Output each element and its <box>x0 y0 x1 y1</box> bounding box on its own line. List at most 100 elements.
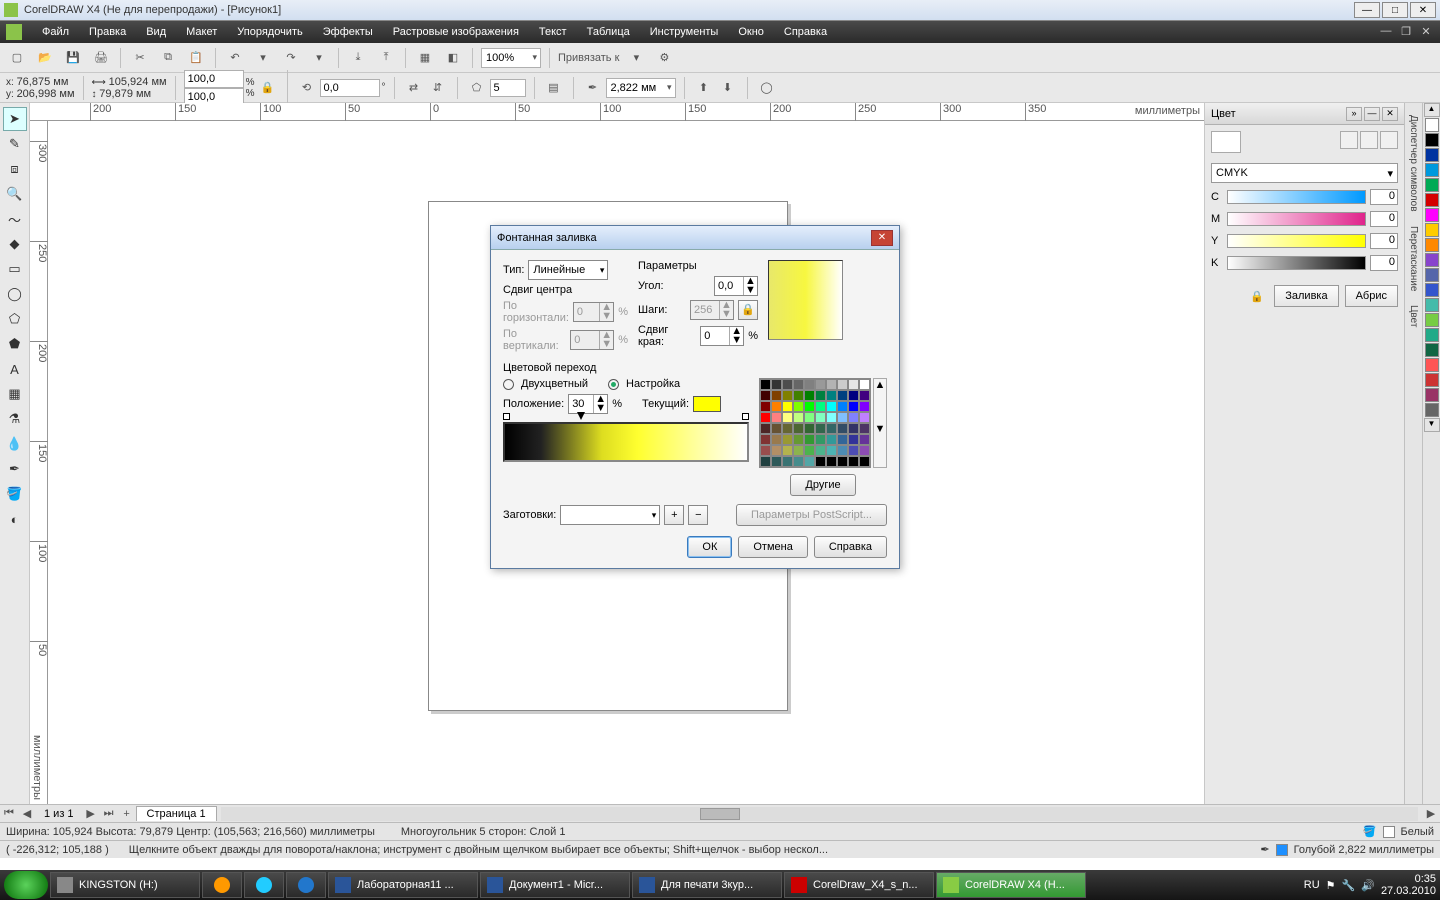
custom-radio[interactable] <box>608 379 619 390</box>
task-wmp[interactable] <box>202 872 242 898</box>
to-back-icon[interactable]: ⬇ <box>717 77 739 99</box>
grid-swatch[interactable] <box>837 423 848 434</box>
grid-swatch[interactable] <box>859 445 870 456</box>
grid-swatch[interactable] <box>848 379 859 390</box>
grid-swatch[interactable] <box>837 434 848 445</box>
page-last-icon[interactable]: ⏭ <box>100 807 118 820</box>
lock-ratio-icon[interactable]: 🔒 <box>257 77 279 99</box>
outline-swatch[interactable] <box>1276 844 1288 856</box>
mdi-restore-button[interactable]: ❐ <box>1398 25 1414 39</box>
grid-swatch[interactable] <box>848 434 859 445</box>
task-corel[interactable]: CorelDRAW X4 (Н... <box>936 872 1086 898</box>
undo-drop-icon[interactable]: ▾ <box>252 47 274 69</box>
k-value[interactable]: 0 <box>1370 255 1398 271</box>
interactive-tool-icon[interactable]: ⚗ <box>3 407 27 431</box>
grid-swatch[interactable] <box>760 412 771 423</box>
dialog-titlebar[interactable]: Фонтанная заливка ✕ <box>491 226 899 250</box>
palette-swatch[interactable] <box>1425 283 1439 297</box>
grid-swatch[interactable] <box>815 379 826 390</box>
grid-swatch[interactable] <box>837 445 848 456</box>
angle-input[interactable]: 0,0 <box>320 79 380 97</box>
palette-swatch[interactable] <box>1425 148 1439 162</box>
options-icon[interactable]: ⚙ <box>653 47 675 69</box>
palette-swatch[interactable] <box>1425 208 1439 222</box>
grid-swatch[interactable] <box>848 423 859 434</box>
grid-swatch[interactable] <box>815 423 826 434</box>
app-launcher-icon[interactable]: ▦ <box>414 47 436 69</box>
c-value[interactable]: 0 <box>1370 189 1398 205</box>
viewer-view-icon[interactable] <box>1360 131 1378 149</box>
fill-apply-button[interactable]: Заливка <box>1274 285 1338 307</box>
grid-swatch[interactable] <box>793 412 804 423</box>
page-next-icon[interactable]: ▶ <box>82 807 100 820</box>
steps-lock-icon[interactable]: 🔒 <box>738 300 758 320</box>
open-icon[interactable]: 📂 <box>34 47 56 69</box>
scroll-right-icon[interactable]: ▶ <box>1422 807 1440 820</box>
undo-icon[interactable]: ↶ <box>224 47 246 69</box>
grid-swatch[interactable] <box>859 379 870 390</box>
grid-swatch[interactable] <box>837 412 848 423</box>
grid-swatch[interactable] <box>782 423 793 434</box>
palette-swatch[interactable] <box>1425 253 1439 267</box>
cut-icon[interactable]: ✂ <box>129 47 151 69</box>
convert-icon[interactable]: ◯ <box>756 77 778 99</box>
grid-swatch[interactable] <box>771 412 782 423</box>
k-slider[interactable] <box>1227 256 1366 270</box>
grid-swatch[interactable] <box>760 456 771 467</box>
grid-swatch[interactable] <box>826 379 837 390</box>
grid-swatch[interactable] <box>837 456 848 467</box>
ok-button[interactable]: ОК <box>687 536 732 558</box>
palette-swatch[interactable] <box>1425 178 1439 192</box>
panel-expand-icon[interactable]: » <box>1346 107 1362 121</box>
grid-swatch[interactable] <box>859 412 870 423</box>
grid-swatch[interactable] <box>848 412 859 423</box>
c-slider[interactable] <box>1227 190 1366 204</box>
page-add-icon[interactable]: + <box>118 808 136 820</box>
grad-node-start[interactable] <box>503 413 510 420</box>
sides-input[interactable]: 5 <box>490 79 526 97</box>
menu-edit[interactable]: Правка <box>79 26 136 38</box>
task-ie[interactable] <box>286 872 326 898</box>
text-tool-icon[interactable]: A <box>3 357 27 381</box>
type-combo[interactable]: Линейные <box>528 260 608 280</box>
redo-drop-icon[interactable]: ▾ <box>308 47 330 69</box>
snap-drop-icon[interactable]: ▾ <box>625 47 647 69</box>
basic-shapes-icon[interactable]: ⬟ <box>3 332 27 356</box>
grid-swatch[interactable] <box>771 456 782 467</box>
m-value[interactable]: 0 <box>1370 211 1398 227</box>
grid-swatch[interactable] <box>804 401 815 412</box>
task-skype[interactable] <box>244 872 284 898</box>
wrap-icon[interactable]: ▤ <box>543 77 565 99</box>
position-input[interactable]: 30▲▼ <box>568 394 608 414</box>
grad-node-mid[interactable] <box>577 412 585 420</box>
h-scroll-thumb[interactable] <box>700 808 740 820</box>
tray-clock[interactable]: 0:35 27.03.2010 <box>1381 873 1436 897</box>
task-pdf[interactable]: CorelDraw_X4_s_n... <box>784 872 934 898</box>
crop-tool-icon[interactable]: ⧈ <box>3 157 27 181</box>
m-slider[interactable] <box>1227 212 1366 226</box>
grid-swatch[interactable] <box>848 456 859 467</box>
grid-swatch[interactable] <box>760 423 771 434</box>
grid-swatch[interactable] <box>848 390 859 401</box>
eyedropper-tool-icon[interactable]: 💧 <box>3 432 27 456</box>
smartfill-tool-icon[interactable]: ◆ <box>3 232 27 256</box>
palette-swatch[interactable] <box>1425 238 1439 252</box>
to-front-icon[interactable]: ⬆ <box>693 77 715 99</box>
grid-swatch[interactable] <box>826 390 837 401</box>
cancel-button[interactable]: Отмена <box>738 536 807 558</box>
menu-tools[interactable]: Инструменты <box>640 26 729 38</box>
grid-swatch[interactable] <box>859 434 870 445</box>
grid-swatch[interactable] <box>793 445 804 456</box>
maximize-button[interactable]: □ <box>1382 2 1408 18</box>
lock-fill-icon[interactable]: 🔒 <box>1246 285 1268 307</box>
grid-swatch[interactable] <box>760 445 771 456</box>
ellipse-tool-icon[interactable]: ◯ <box>3 282 27 306</box>
y-slider[interactable] <box>1227 234 1366 248</box>
outline-tool-icon[interactable]: ✒ <box>3 457 27 481</box>
grid-swatch[interactable] <box>804 445 815 456</box>
grid-swatch[interactable] <box>782 456 793 467</box>
zoom-combo[interactable]: 100% <box>481 48 541 68</box>
docker-tab-drag[interactable]: Перетаскание <box>1407 220 1420 297</box>
rectangle-tool-icon[interactable]: ▭ <box>3 257 27 281</box>
current-color-swatch[interactable] <box>693 396 721 412</box>
